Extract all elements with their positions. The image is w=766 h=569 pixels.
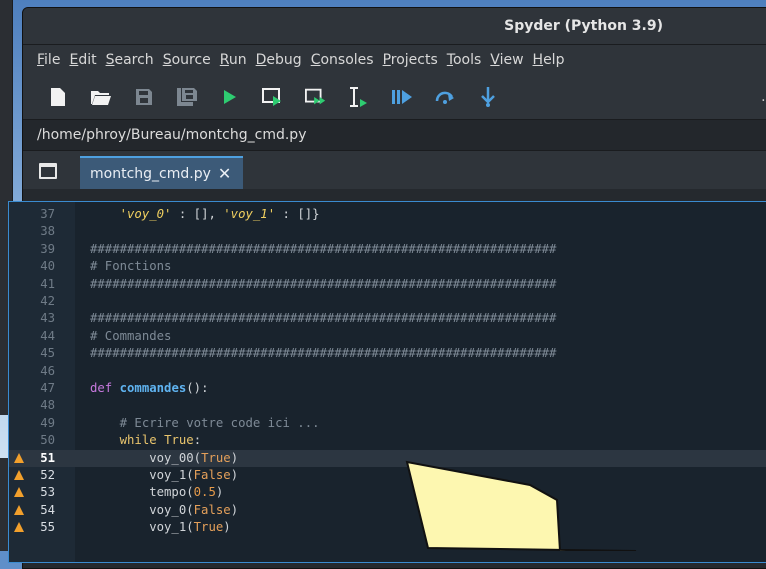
- toolbar: …: [23, 75, 766, 119]
- menu-edit[interactable]: Edit: [69, 52, 96, 68]
- code-line[interactable]: 43 ######################################…: [9, 310, 766, 327]
- step-into-icon[interactable]: [477, 86, 499, 108]
- code-line[interactable]: 38: [9, 223, 766, 240]
- line-number: 48: [40, 398, 55, 413]
- new-file-icon[interactable]: [47, 86, 69, 108]
- line-number: 39: [40, 241, 55, 256]
- code-text: ########################################…: [90, 311, 557, 326]
- tab-montchg-cmd[interactable]: montchg_cmd.py ✕: [80, 156, 243, 189]
- code-line[interactable]: 37 'voy_0' : [], 'voy_1' : []}: [9, 206, 766, 223]
- line-number: 49: [40, 415, 55, 430]
- code-line[interactable]: 40 # Fonctions: [9, 258, 766, 275]
- save-icon[interactable]: [133, 86, 155, 108]
- browse-tabs-icon[interactable]: [39, 163, 57, 179]
- menu-projects[interactable]: Projects: [383, 52, 438, 68]
- code-line[interactable]: 44 # Commandes: [9, 328, 766, 345]
- line-number: 46: [40, 363, 55, 378]
- menu-run[interactable]: Run: [220, 52, 247, 68]
- menu-help[interactable]: Help: [533, 52, 565, 68]
- code-line[interactable]: 49 # Ecrire votre code ici ...: [9, 415, 766, 432]
- code-text: ########################################…: [90, 346, 557, 361]
- line-number: 40: [40, 259, 55, 274]
- line-number: 37: [40, 207, 55, 221]
- line-number: 47: [40, 381, 55, 395]
- code-text: def commandes():: [90, 381, 209, 395]
- code-line[interactable]: 47 def commandes():: [9, 380, 766, 397]
- menu-bar: File Edit Search Source Run Debug Consol…: [23, 45, 766, 75]
- code-line[interactable]: 53 tempo(0.5): [9, 484, 766, 501]
- run-cell-icon[interactable]: [262, 86, 284, 108]
- line-number: 42: [40, 294, 55, 308]
- window-title: Spyder (Python 3.9): [504, 18, 663, 34]
- code-text: # Fonctions: [90, 259, 172, 274]
- code-text: voy_1(False): [90, 468, 239, 482]
- menu-consoles[interactable]: Consoles: [311, 52, 374, 68]
- file-path: /home/phroy/Bureau/montchg_cmd.py: [37, 127, 307, 143]
- step-over-icon[interactable]: [434, 86, 456, 108]
- menu-view[interactable]: View: [490, 52, 523, 68]
- debug-icon[interactable]: [391, 86, 413, 108]
- menu-file[interactable]: File: [37, 52, 60, 68]
- line-number: 38: [40, 224, 55, 239]
- menu-source[interactable]: Source: [163, 52, 211, 68]
- line-number: 43: [40, 311, 55, 326]
- code-text: voy_00(True): [90, 450, 239, 465]
- line-number: 50: [40, 433, 55, 448]
- code-text: # Commandes: [90, 328, 172, 343]
- open-folder-icon[interactable]: [90, 86, 112, 108]
- code-line[interactable]: 42: [9, 293, 766, 310]
- line-number: 55: [40, 520, 55, 535]
- run-selection-icon[interactable]: [348, 86, 370, 108]
- code-text: tempo(0.5): [90, 485, 224, 500]
- code-line[interactable]: 41 ######################################…: [9, 276, 766, 293]
- save-all-icon[interactable]: [176, 86, 198, 108]
- title-bar[interactable]: Spyder (Python 3.9): [23, 8, 766, 45]
- code-text: voy_1(True): [90, 520, 231, 535]
- code-text: voy_0(False): [90, 502, 239, 517]
- file-path-bar: /home/phroy/Bureau/montchg_cmd.py: [23, 119, 766, 151]
- code-text: # Ecrire votre code ici ...: [90, 415, 320, 430]
- code-line[interactable]: 52 voy_1(False): [9, 467, 766, 484]
- menu-search[interactable]: Search: [106, 52, 154, 68]
- menu-debug[interactable]: Debug: [256, 52, 302, 68]
- code-line[interactable]: 39 ######################################…: [9, 241, 766, 258]
- line-number: 52: [40, 468, 55, 482]
- code-text: while True:: [119, 433, 202, 448]
- line-number: 54: [40, 502, 55, 517]
- menu-tools[interactable]: Tools: [447, 52, 482, 68]
- more-icon[interactable]: …: [761, 89, 766, 105]
- code-text: ########################################…: [90, 276, 557, 291]
- code-line[interactable]: 46: [9, 363, 766, 380]
- line-number: 51: [40, 450, 55, 465]
- line-number: 53: [40, 485, 55, 500]
- code-text: 'voy_0' : [], 'voy_1' : []}: [119, 207, 320, 221]
- code-line[interactable]: 51 voy_00(True): [9, 449, 766, 467]
- line-number: 45: [40, 346, 55, 361]
- line-number: 41: [40, 276, 55, 291]
- line-number: 44: [40, 328, 55, 343]
- code-line[interactable]: 50 while True:: [9, 432, 766, 449]
- code-line[interactable]: 54 voy_0(False): [9, 502, 766, 519]
- run-cell-advance-icon[interactable]: [305, 86, 327, 108]
- code-line[interactable]: 55 voy_1(True): [9, 519, 766, 536]
- code-line[interactable]: 45 ######################################…: [9, 345, 766, 362]
- close-icon[interactable]: ✕: [218, 164, 231, 183]
- editor-tab-bar: montchg_cmd.py ✕: [23, 151, 766, 189]
- tab-label: montchg_cmd.py: [90, 165, 211, 182]
- code-editor[interactable]: 37 'voy_0' : [], 'voy_1' : []} 38 39 ######…: [8, 201, 766, 563]
- run-icon[interactable]: [219, 86, 241, 108]
- code-text: ########################################…: [90, 241, 557, 256]
- code-line[interactable]: 48: [9, 397, 766, 414]
